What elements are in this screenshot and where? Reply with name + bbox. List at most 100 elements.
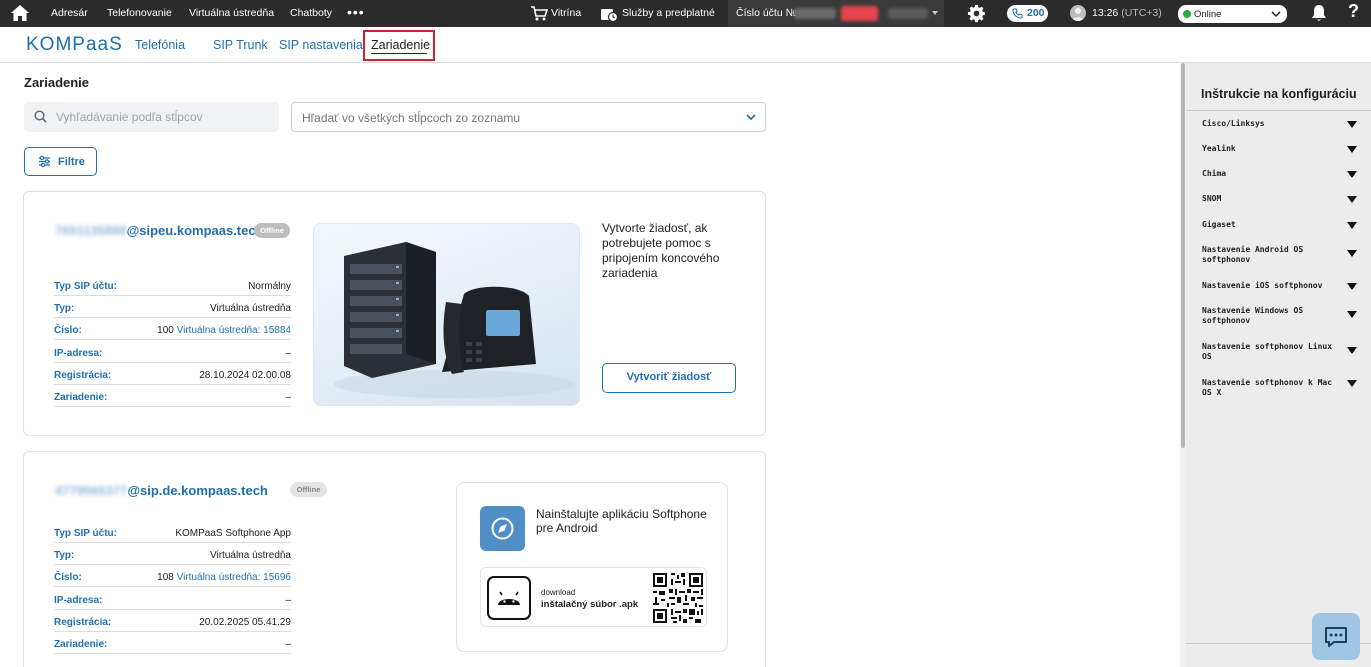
- info-value: Virtuálna ústredňa: [210, 303, 291, 314]
- showcase-link[interactable]: Vitrína: [551, 7, 581, 19]
- clock: 13:26 (UTC+3): [1092, 7, 1162, 19]
- info-row: IP-adresa: –: [54, 593, 291, 610]
- accordion-item-linux[interactable]: Nastavenie softphonov Linux OS: [1202, 342, 1357, 362]
- info-value: 108 Virtuálna ústredňa: 15696: [157, 572, 291, 583]
- android-icon: [487, 576, 531, 620]
- sip-domain: @sip.de.kompaas.tech: [127, 483, 268, 498]
- online-status-dot: [1183, 10, 1191, 18]
- chat-support-button[interactable]: [1312, 613, 1360, 660]
- accordion-label: Nastavenie Windows OS softphonov: [1202, 306, 1304, 325]
- compass-icon: [491, 517, 514, 540]
- search-input[interactable]: Vyhľadávanie podľa stĺpcov: [24, 102, 279, 132]
- filter-button[interactable]: Filtre: [24, 147, 97, 176]
- info-value: Normálny: [248, 281, 291, 292]
- tab-sip-settings[interactable]: SIP nastavenia: [279, 38, 363, 52]
- nav-virtual-pbx[interactable]: Virtuálna ústredňa: [189, 7, 274, 19]
- caret-down-icon: [1347, 222, 1357, 229]
- accordion-label: SNOM: [1202, 194, 1222, 203]
- home-icon[interactable]: [10, 4, 30, 22]
- divider: [1186, 110, 1371, 111]
- accordion-label: Nastavenie Android OS softphonov: [1202, 245, 1304, 264]
- accordion-item-snom[interactable]: SNOM: [1202, 194, 1357, 204]
- accordion-item-gigaset[interactable]: Gigaset: [1202, 220, 1357, 230]
- create-request-button[interactable]: Vytvoriť žiadosť: [602, 363, 736, 393]
- accordion-label: Gigaset: [1202, 220, 1236, 229]
- search-placeholder: Vyhľadávanie podľa stĺpcov: [56, 110, 203, 124]
- accordion-item-ios[interactable]: Nastavenie iOS softphonov: [1202, 281, 1357, 291]
- server-and-phone-image: [334, 242, 574, 398]
- page-title: Zariadenie: [24, 75, 90, 90]
- column-search-placeholder: Hľadať vo všetkých stĺpcoch zo zoznamu: [302, 111, 521, 125]
- virtual-pbx-link[interactable]: Virtuálna ústredňa: 15696: [177, 572, 291, 583]
- android-logo: [498, 591, 520, 605]
- info-row: Zariadenie: –: [54, 390, 291, 407]
- info-value: –: [285, 595, 291, 606]
- clock-timezone: (UTC+3): [1121, 7, 1162, 19]
- services-link[interactable]: Služby a predplatné: [622, 7, 715, 19]
- accordion-item-macos[interactable]: Nastavenie softphonov k Mac OS X: [1202, 378, 1357, 398]
- info-label: Typ SIP účtu:: [54, 528, 117, 539]
- scrollbar-thumb[interactable]: [1181, 63, 1185, 448]
- top-bar: Adresár Telefonovanie Virtuálna ústredňa…: [0, 0, 1371, 27]
- chevron-down-icon: [1271, 11, 1281, 18]
- active-calls-badge[interactable]: 200: [1007, 5, 1048, 22]
- softphone-app-promo: Nainštalujte aplikáciu Softphone pre And…: [456, 482, 728, 652]
- accordion-item-android[interactable]: Nastavenie Android OS softphonov: [1202, 245, 1357, 265]
- tab-sip-trunk[interactable]: SIP Trunk: [213, 38, 268, 52]
- account-balance-redacted: [841, 6, 878, 21]
- nav-calling[interactable]: Telefonovanie: [107, 7, 172, 19]
- device-illustration: [313, 223, 580, 406]
- account-selector[interactable]: Číslo účtu №: [728, 0, 944, 27]
- more-menu-button[interactable]: •••: [347, 4, 365, 20]
- caret-down-icon: [1347, 250, 1357, 257]
- account-label: Číslo účtu №: [736, 7, 797, 19]
- config-instructions-panel: Inštrukcie na konfiguráciu Cisco/Linksys…: [1186, 63, 1371, 667]
- column-search-select[interactable]: Hľadať vo všetkých stĺpcoch zo zoznamu: [291, 102, 766, 132]
- phone-icon: [1012, 8, 1023, 19]
- softphone-app-icon[interactable]: [480, 506, 525, 551]
- info-row: Registrácia: 28.10.2024 02.00.08: [54, 368, 291, 385]
- accordion-label: Cisco/Linksys: [1202, 119, 1265, 128]
- section-nav: KOMPaaS Telefónia SIP Trunk SIP nastaven…: [0, 27, 1371, 63]
- sip-account-address[interactable]: 7651135888@sipeu.kompaas.tech: [55, 223, 264, 238]
- info-value: Virtuálna ústredňa: [210, 550, 291, 561]
- presence-status-select[interactable]: Online: [1178, 5, 1287, 23]
- info-label: Číslo:: [54, 572, 82, 583]
- accordion-item-windows[interactable]: Nastavenie Windows OS softphonov: [1202, 306, 1357, 326]
- info-row: Číslo: 108 Virtuálna ústredňa: 15696: [54, 570, 291, 587]
- accordion-item-cisco[interactable]: Cisco/Linksys: [1202, 119, 1357, 129]
- bell-icon[interactable]: [1311, 4, 1327, 22]
- info-row: Typ: Virtuálna ústredňa: [54, 548, 291, 565]
- accordion-label: Nastavenie softphonov Linux OS: [1202, 342, 1333, 361]
- info-label: IP-adresa:: [54, 595, 103, 606]
- info-value: KOMPaaS Softphone App: [175, 528, 291, 539]
- panel-title: Inštrukcie na konfiguráciu: [1201, 87, 1357, 101]
- accordion-item-yealink[interactable]: Yealink: [1202, 144, 1357, 154]
- info-value: –: [285, 392, 291, 403]
- info-row: Typ SIP účtu: Normálny: [54, 279, 291, 296]
- virtual-pbx-link[interactable]: Virtuálna ústredňa: 15884: [177, 325, 291, 336]
- info-value: 28.10.2024 02.00.08: [199, 370, 291, 381]
- tab-telephony[interactable]: Telefónia: [135, 38, 185, 52]
- info-label: Typ:: [54, 303, 75, 314]
- accordion-label: Chima: [1202, 169, 1227, 178]
- help-icon[interactable]: ?: [1348, 1, 1359, 22]
- nav-contacts[interactable]: Adresár: [51, 7, 88, 19]
- nav-chatbots[interactable]: Chatboty: [290, 7, 332, 19]
- accordion-item-chima[interactable]: Chima: [1202, 169, 1357, 179]
- caret-down-icon: [1347, 121, 1357, 128]
- accordion-label: Nastavenie softphonov k Mac OS X: [1202, 378, 1333, 397]
- help-request-text: Vytvorte žiadosť, ak potrebujete pomoc s…: [602, 221, 720, 280]
- avatar[interactable]: [1070, 5, 1086, 21]
- kompaas-logo[interactable]: KOMPaaS: [26, 34, 123, 56]
- info-value: 20.02.2025 05.41.29: [199, 617, 291, 628]
- install-app-text: Nainštalujte aplikáciu Softphone pre And…: [536, 507, 707, 535]
- account-extra-redacted: [888, 8, 928, 19]
- sip-account-address[interactable]: 4779565377@sip.de.kompaas.tech: [55, 483, 268, 498]
- info-value: 100 Virtuálna ústredňa: 15884: [157, 325, 291, 336]
- extension-number: 108: [157, 572, 174, 583]
- caret-down-icon: [1347, 171, 1357, 178]
- apk-download-link[interactable]: download inštalačný súbor .apk: [480, 567, 707, 627]
- cart-icon: [531, 6, 548, 21]
- gear-icon[interactable]: [967, 4, 986, 23]
